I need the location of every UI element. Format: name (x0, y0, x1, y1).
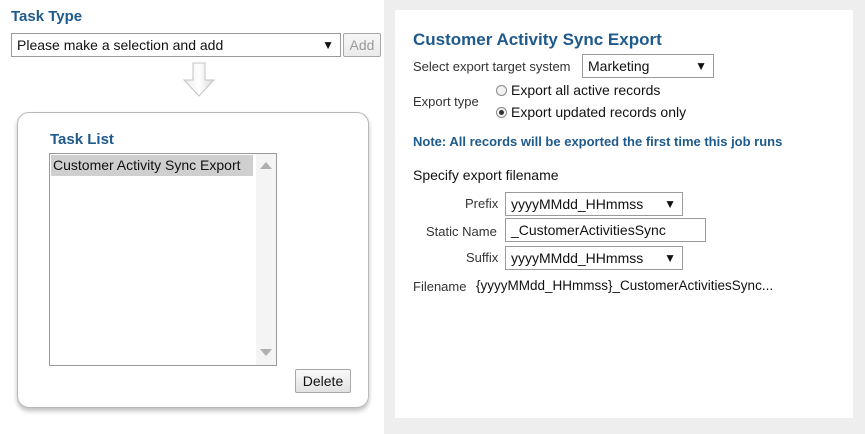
export-note: Note: All records will be exported the f… (413, 134, 783, 149)
static-name-label: Static Name (426, 224, 497, 239)
radio-export-all[interactable]: Export all active records (496, 82, 660, 98)
down-arrow-icon (182, 62, 216, 97)
listbox-scrollbar[interactable] (256, 154, 276, 365)
radio-export-updated[interactable]: Export updated records only (496, 104, 686, 120)
panel-divider (384, 0, 395, 434)
suffix-select[interactable]: yyyyMMdd_HHmmss ▼ (505, 246, 683, 270)
list-item[interactable]: Customer Activity Sync Export (51, 155, 253, 176)
target-system-label: Select export target system (413, 59, 571, 74)
export-settings-card: Customer Activity Sync Export Select exp… (395, 10, 853, 418)
radio-export-updated-label: Export updated records only (511, 104, 687, 120)
dropdown-caret-icon: ▼ (695, 59, 707, 73)
task-list-panel: Task List Customer Activity Sync Export … (17, 112, 369, 408)
dropdown-caret-icon: ▼ (322, 38, 334, 52)
prefix-label: Prefix (465, 196, 499, 211)
suffix-value: yyyyMMdd_HHmmss (511, 250, 644, 266)
filename-value: {yyyyMMdd_HHmmss}_CustomerActivitiesSync… (476, 278, 774, 293)
radio-export-updated-icon[interactable] (496, 107, 507, 118)
task-list-title: Task List (50, 131, 114, 148)
task-type-title: Task Type (11, 8, 83, 25)
filename-label: Filename (413, 279, 467, 294)
export-settings-panel: Customer Activity Sync Export Select exp… (395, 0, 865, 434)
dropdown-caret-icon: ▼ (664, 251, 676, 265)
export-title: Customer Activity Sync Export (413, 30, 662, 49)
static-name-input[interactable]: _CustomerActivitiesSync (505, 218, 706, 242)
suffix-label: Suffix (466, 250, 499, 265)
task-type-select[interactable]: Please make a selection and add ▼ (11, 33, 341, 57)
prefix-select[interactable]: yyyyMMdd_HHmmss ▼ (505, 192, 683, 216)
task-panel: Task Type Please make a selection and ad… (0, 0, 390, 434)
target-system-select[interactable]: Marketing ▼ (582, 54, 714, 78)
scroll-up-icon[interactable] (260, 162, 272, 169)
task-type-select-value: Please make a selection and add (17, 37, 224, 53)
filename-heading: Specify export filename (413, 167, 559, 183)
scroll-down-icon[interactable] (260, 349, 272, 356)
add-button[interactable]: Add (343, 33, 381, 57)
prefix-value: yyyyMMdd_HHmmss (511, 196, 644, 212)
delete-button[interactable]: Delete (295, 369, 351, 393)
radio-export-all-label: Export all active records (511, 82, 661, 98)
target-system-value: Marketing (588, 58, 650, 74)
dropdown-caret-icon: ▼ (664, 197, 676, 211)
export-type-label: Export type (413, 94, 479, 109)
task-listbox[interactable]: Customer Activity Sync Export (49, 153, 277, 366)
radio-export-all-icon[interactable] (496, 85, 507, 96)
